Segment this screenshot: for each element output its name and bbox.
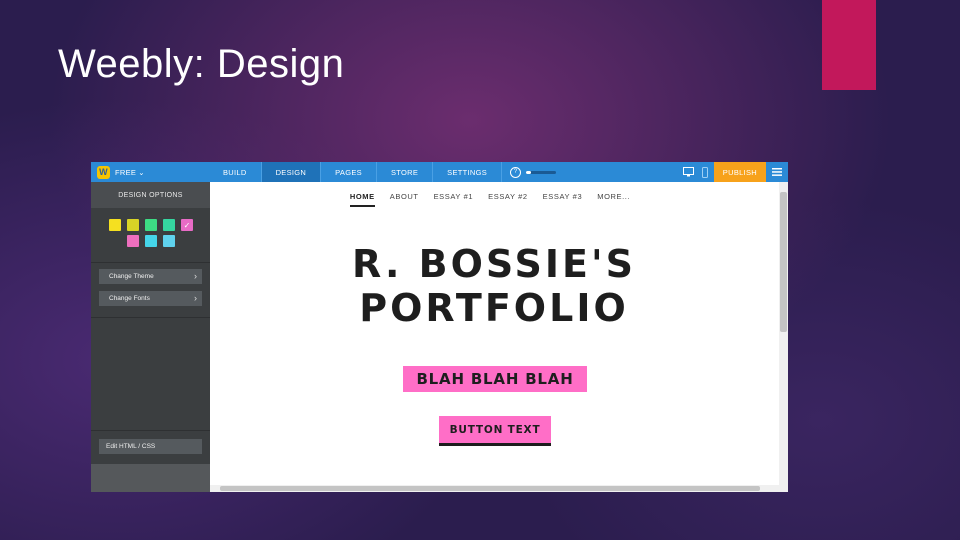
- tab-pages[interactable]: PAGES: [321, 162, 377, 182]
- progress-fill: [526, 170, 531, 174]
- sidebar-heading: DESIGN OPTIONS: [91, 182, 210, 208]
- desktop-view-icon[interactable]: [682, 162, 696, 182]
- plan-label: FREE: [115, 167, 137, 177]
- checkmark-icon: ✓: [183, 220, 191, 230]
- slide-title: Weebly: Design: [58, 42, 345, 86]
- divider: [91, 430, 210, 431]
- color-swatch[interactable]: [127, 235, 139, 247]
- chevron-down-icon: ⌄: [138, 167, 145, 177]
- chevron-right-icon: ›: [194, 271, 197, 281]
- tab-store[interactable]: STORE: [377, 162, 434, 182]
- color-swatch[interactable]: [163, 235, 175, 247]
- divider: [91, 262, 210, 263]
- tab-settings[interactable]: SETTINGS: [433, 162, 503, 182]
- change-theme-label: Change Theme: [109, 273, 154, 280]
- chevron-right-icon: ›: [194, 293, 197, 303]
- site-button[interactable]: BUTTON TEXT: [439, 416, 551, 446]
- color-swatch[interactable]: ✓: [181, 219, 193, 231]
- horizontal-scroll-thumb[interactable]: [220, 486, 760, 491]
- hero-line-2: PORTFOLIO: [359, 286, 629, 330]
- color-swatch[interactable]: [163, 219, 175, 231]
- site-nav-item[interactable]: ESSAY #1: [434, 192, 474, 207]
- hero-heading[interactable]: R. BOSSIE'S PORTFOLIO: [210, 242, 778, 330]
- accent-bar: [822, 0, 876, 90]
- color-swatch[interactable]: [145, 235, 157, 247]
- site-nav-item[interactable]: HOME: [349, 192, 375, 207]
- vertical-scrollbar[interactable]: [779, 182, 788, 485]
- color-swatch[interactable]: [109, 219, 121, 231]
- horizontal-scrollbar[interactable]: [210, 485, 788, 492]
- design-sidebar: DESIGN OPTIONS ✓ Change Theme › Change F…: [91, 182, 210, 492]
- divider: [91, 317, 210, 318]
- site-preview-canvas[interactable]: HOME ABOUT ESSAY #1 ESSAY #2 ESSAY #3 MORE...…: [210, 182, 788, 492]
- setup-progress[interactable]: ?: [510, 166, 557, 178]
- site-nav-item[interactable]: ESSAY #3: [543, 192, 583, 207]
- weebly-logo[interactable]: W: [97, 165, 110, 179]
- site-nav-item[interactable]: ABOUT: [390, 192, 419, 207]
- tab-build[interactable]: BUILD: [209, 162, 262, 182]
- editor-top-bar: W FREE ⌄ BUILD DESIGN PAGES STORE SETTIN…: [91, 162, 788, 182]
- help-icon[interactable]: ?: [510, 166, 522, 178]
- change-theme-button[interactable]: Change Theme ›: [99, 269, 202, 284]
- highlighted-text[interactable]: BLAH BLAH BLAH: [403, 366, 587, 392]
- sidebar-footer: [91, 464, 210, 492]
- color-swatch[interactable]: [127, 219, 139, 231]
- hero-line-1: R. BOSSIE'S: [351, 242, 637, 286]
- vertical-scroll-thumb[interactable]: [780, 192, 787, 332]
- change-fonts-button[interactable]: Change Fonts ›: [99, 291, 202, 306]
- hamburger-menu-icon[interactable]: [766, 162, 788, 182]
- site-nav-item[interactable]: ESSAY #2: [488, 192, 528, 207]
- tab-design[interactable]: DESIGN: [261, 162, 322, 182]
- mobile-view-icon[interactable]: [698, 162, 712, 182]
- change-fonts-label: Change Fonts: [109, 295, 150, 302]
- publish-button[interactable]: PUBLISH: [713, 162, 766, 182]
- color-swatch[interactable]: [145, 219, 157, 231]
- edit-html-css-label: Edit HTML / CSS: [106, 443, 156, 450]
- plan-dropdown[interactable]: FREE ⌄: [115, 168, 145, 177]
- site-navigation: HOME ABOUT ESSAY #1 ESSAY #2 ESSAY #3 MORE...: [210, 192, 770, 207]
- site-nav-item[interactable]: MORE...: [597, 192, 630, 207]
- progress-bar: [526, 170, 557, 174]
- weebly-editor-screenshot: W FREE ⌄ BUILD DESIGN PAGES STORE SETTIN…: [91, 162, 788, 492]
- logo-area: W FREE ⌄: [91, 162, 209, 182]
- edit-html-css-button[interactable]: Edit HTML / CSS: [99, 439, 202, 454]
